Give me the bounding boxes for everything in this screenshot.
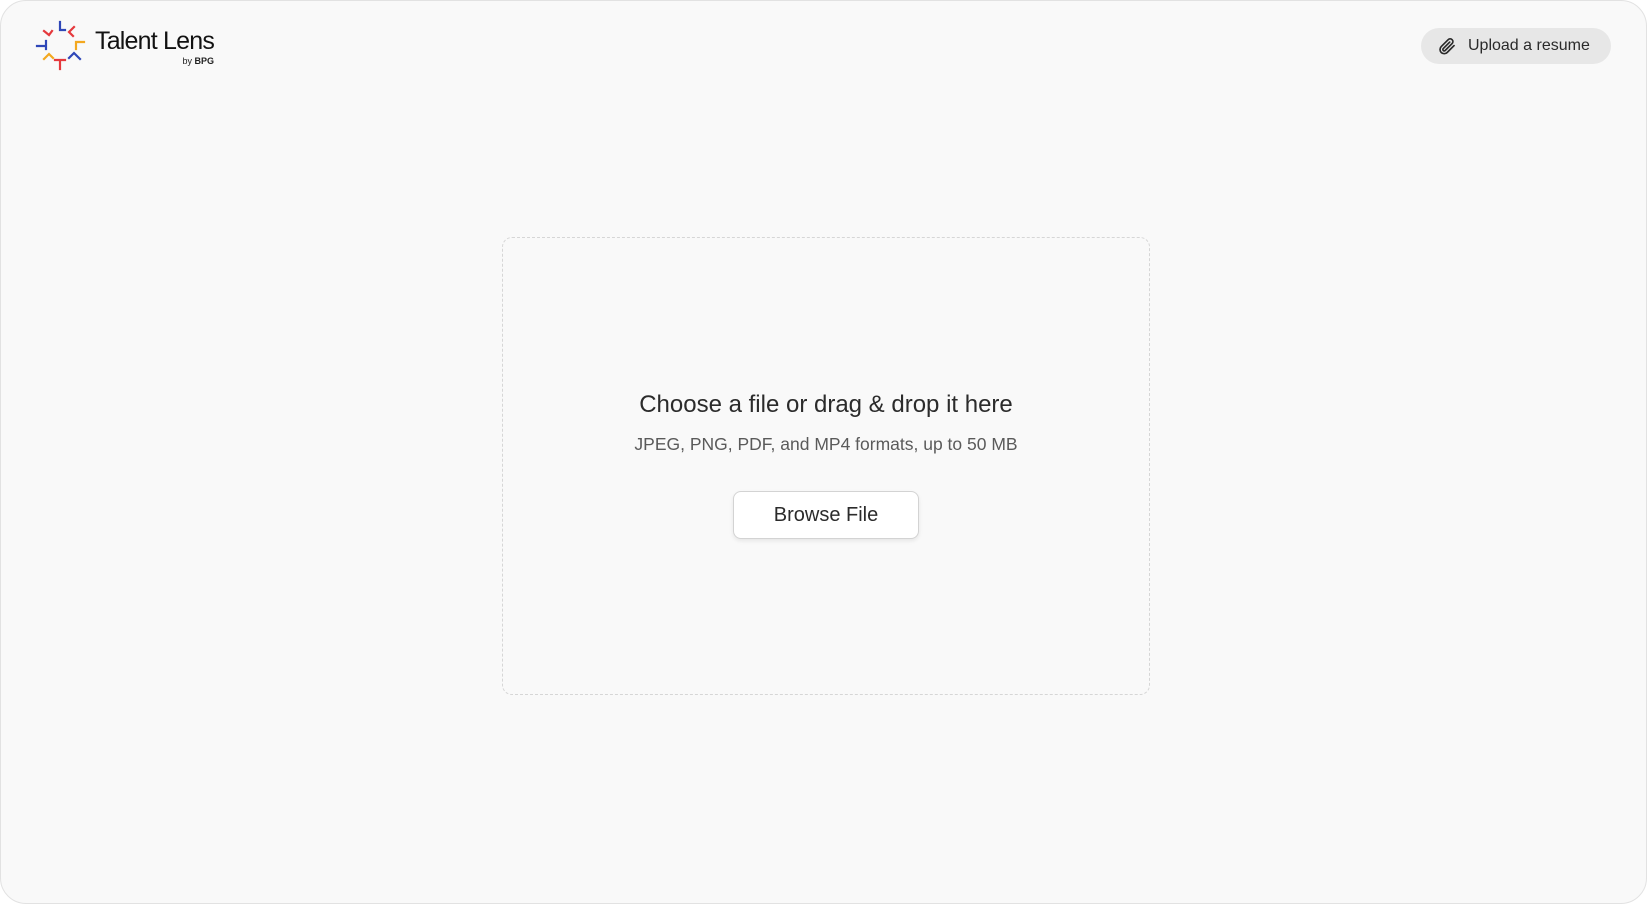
browse-file-button[interactable]: Browse File <box>733 491 919 539</box>
app-logo[interactable]: Talent Lens by BPG <box>35 19 220 73</box>
dropzone-title: Choose a file or drag & drop it here <box>639 391 1013 418</box>
dropzone-subtitle: JPEG, PNG, PDF, and MP4 formats, up to 5… <box>634 434 1018 454</box>
logo-name: Talent Lens <box>95 27 215 55</box>
logo-wordmark: Talent Lens by BPG <box>95 27 220 67</box>
logo-by-prefix: by <box>182 56 192 66</box>
talent-lens-logo-icon <box>35 20 86 71</box>
logo-brand: BPG <box>194 56 214 66</box>
upload-resume-button[interactable]: Upload a resume <box>1421 28 1611 64</box>
file-dropzone[interactable]: Choose a file or drag & drop it here JPE… <box>502 237 1150 695</box>
paperclip-icon <box>1439 38 1455 55</box>
upload-resume-label: Upload a resume <box>1468 37 1590 54</box>
app-window: Talent Lens by BPG Upload a resume Choos… <box>0 0 1647 904</box>
logo-byline: by BPG <box>182 56 214 66</box>
